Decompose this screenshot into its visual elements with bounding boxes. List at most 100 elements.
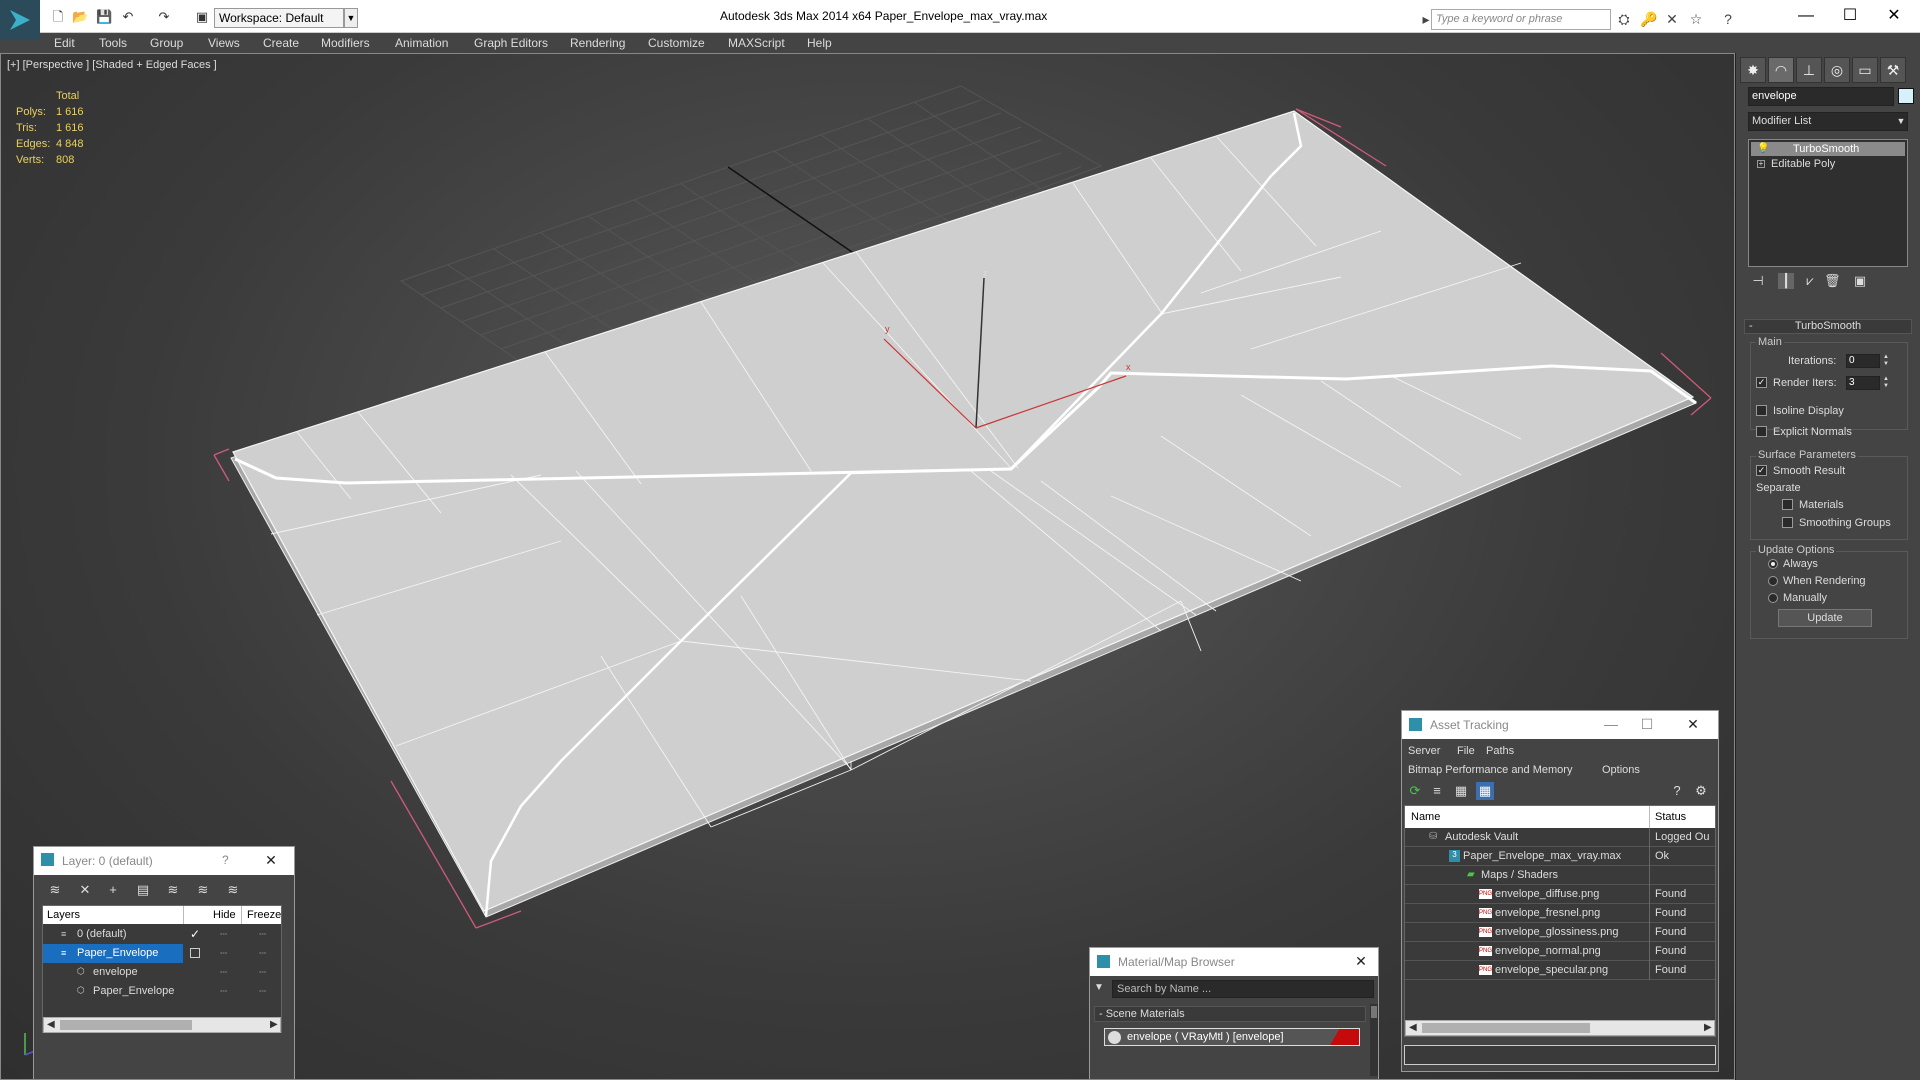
spinner-arrows-icon[interactable]: ▲ ▼ xyxy=(1882,354,1890,368)
column-layers[interactable]: Layers xyxy=(47,909,80,921)
pin-stack-icon[interactable]: ⊣ xyxy=(1750,273,1766,289)
menu-views[interactable]: Views xyxy=(208,33,240,53)
layer-row[interactable]: ≡ Paper_Envelope ┄ ┄ xyxy=(43,944,281,963)
search-input[interactable]: Type a keyword or phrase xyxy=(1431,9,1611,30)
menu-server[interactable]: Server xyxy=(1408,745,1440,757)
redo-icon[interactable]: ↷ xyxy=(156,10,172,24)
layer-row[interactable]: ≡ 0 (default) ✓ ┄ ┄ xyxy=(43,925,281,944)
vertical-scrollbar[interactable] xyxy=(1370,1004,1378,1076)
favorites-star-icon[interactable]: ☆ xyxy=(1688,11,1704,27)
lightbulb-icon[interactable]: 💡 xyxy=(1757,142,1769,156)
menu-customize[interactable]: Customize xyxy=(648,33,705,53)
hide-toggle[interactable]: ┄ xyxy=(220,946,227,960)
menu-tools[interactable]: Tools xyxy=(99,33,127,53)
binoculars-icon[interactable]: ⛭ xyxy=(1616,11,1632,27)
asset-row[interactable]: ⛁ Autodesk Vault Logged Ou xyxy=(1405,828,1715,847)
scroll-right-icon[interactable]: ▶ xyxy=(1704,1022,1712,1033)
current-layer-check-icon[interactable]: ✓ xyxy=(190,927,200,941)
smooth-result-checkbox[interactable]: ✓ xyxy=(1756,465,1767,476)
menu-file[interactable]: File xyxy=(1457,745,1475,757)
object-name-field[interactable]: envelope xyxy=(1748,87,1894,106)
list-view-icon[interactable]: ≡ xyxy=(1428,782,1446,800)
menu-graph-editors[interactable]: Graph Editors xyxy=(474,33,548,53)
close-icon[interactable]: ✕ xyxy=(1874,5,1914,27)
spinner-arrows-icon[interactable]: ▲ ▼ xyxy=(1882,376,1890,390)
scroll-thumb[interactable] xyxy=(1422,1023,1590,1033)
menu-create[interactable]: Create xyxy=(263,33,299,53)
asset-row[interactable]: ▰ Maps / Shaders xyxy=(1405,866,1715,885)
column-hide[interactable]: Hide xyxy=(213,909,236,921)
asset-row[interactable]: PNG envelope_diffuse.png Found xyxy=(1405,885,1715,904)
asset-row[interactable]: PNG envelope_fresnel.png Found xyxy=(1405,904,1715,923)
explicit-normals-checkbox[interactable] xyxy=(1756,426,1767,437)
asset-row[interactable]: PNG envelope_glossiness.png Found xyxy=(1405,923,1715,942)
help-icon[interactable]: ? xyxy=(222,853,229,867)
iterations-spinner[interactable]: 0 xyxy=(1846,354,1880,368)
smoothing-groups-checkbox[interactable] xyxy=(1782,517,1793,528)
settings-icon[interactable]: ⚙ xyxy=(1692,782,1710,800)
workspace-dropdown[interactable]: Workspace: Default xyxy=(214,8,344,28)
object-color-swatch[interactable] xyxy=(1898,88,1914,104)
material-search-input[interactable]: Search by Name ... xyxy=(1112,980,1374,998)
asset-row[interactable]: 3 Paper_Envelope_max_vray.max Ok xyxy=(1405,847,1715,866)
browser-options-icon[interactable]: ▼ xyxy=(1094,982,1104,993)
asset-path-field[interactable] xyxy=(1404,1045,1716,1065)
scroll-right-icon[interactable]: ▶ xyxy=(270,1019,278,1030)
scroll-thumb[interactable] xyxy=(60,1020,192,1030)
horizontal-scrollbar[interactable]: ◀ ▶ xyxy=(1405,1020,1715,1036)
modifier-list-dropdown[interactable]: Modifier List xyxy=(1748,112,1908,131)
menu-paths[interactable]: Paths xyxy=(1486,745,1514,757)
menu-bitmap-performance[interactable]: Bitmap Performance and Memory xyxy=(1408,764,1572,776)
layer-row[interactable]: ⬡ envelope ┄ ┄ xyxy=(43,963,281,982)
isoline-display-checkbox[interactable] xyxy=(1756,405,1767,416)
freeze-toggle[interactable]: ┄ xyxy=(259,965,266,979)
menu-modifiers[interactable]: Modifiers xyxy=(321,33,370,53)
select-objects-icon[interactable]: ▤ xyxy=(134,881,152,899)
hide-all-layers-icon[interactable]: ≋ xyxy=(194,881,212,899)
motion-tab-icon[interactable]: ◎ xyxy=(1824,57,1850,83)
when-rendering-radio[interactable] xyxy=(1768,576,1778,586)
manually-radio[interactable] xyxy=(1768,593,1778,603)
refresh-icon[interactable]: ⟳ xyxy=(1406,782,1424,800)
add-to-layer-icon[interactable]: + xyxy=(104,881,122,899)
close-icon[interactable]: ✕ xyxy=(1352,953,1370,970)
configure-sets-icon[interactable]: ▣ xyxy=(1852,273,1868,289)
make-unique-icon[interactable]: ⩗ xyxy=(1802,273,1818,289)
freeze-toggle[interactable]: ┄ xyxy=(259,984,266,998)
menu-group[interactable]: Group xyxy=(150,33,183,53)
menu-rendering[interactable]: Rendering xyxy=(570,33,625,53)
always-radio[interactable] xyxy=(1768,559,1778,569)
render-iters-spinner[interactable]: 3 xyxy=(1846,376,1880,390)
thumbnail-view-icon[interactable]: ▦ xyxy=(1452,782,1470,800)
scene-materials-group[interactable]: - Scene Materials xyxy=(1094,1006,1366,1022)
layer-row[interactable]: ⬡ Paper_Envelope ┄ ┄ xyxy=(43,982,281,1001)
menu-maxscript[interactable]: MAXScript xyxy=(728,33,785,53)
modify-tab-icon[interactable]: ◠ xyxy=(1768,57,1794,83)
turbosmooth-rollout-header[interactable]: - TurboSmooth xyxy=(1744,319,1912,334)
asset-tracking-titlebar[interactable]: Asset Tracking — ☐ ✕ xyxy=(1402,711,1718,739)
hide-toggle[interactable]: ┄ xyxy=(220,927,227,941)
column-name[interactable]: Name xyxy=(1411,811,1440,823)
materials-checkbox[interactable] xyxy=(1782,499,1793,510)
save-file-icon[interactable]: 💾 xyxy=(96,10,112,24)
stack-item-editable-poly[interactable]: + Editable Poly xyxy=(1751,157,1905,171)
maximize-icon[interactable]: ☐ xyxy=(1830,5,1870,27)
layer-window-titlebar[interactable]: Layer: 0 (default) ? ✕ xyxy=(34,847,294,875)
menu-animation[interactable]: Animation xyxy=(395,33,448,53)
hide-toggle[interactable]: ┄ xyxy=(220,984,227,998)
hierarchy-tab-icon[interactable]: ⊥ xyxy=(1796,57,1822,83)
scroll-left-icon[interactable]: ◀ xyxy=(1409,1022,1417,1033)
asset-row[interactable]: PNG envelope_normal.png Found xyxy=(1405,942,1715,961)
help-icon[interactable]: ? xyxy=(1720,11,1736,27)
table-view-icon[interactable]: ▦ xyxy=(1476,782,1494,800)
create-tab-icon[interactable]: ✸ xyxy=(1740,57,1766,83)
new-file-icon[interactable]: 🗋 xyxy=(50,10,66,24)
chevron-down-icon[interactable]: ▼ xyxy=(344,8,358,28)
menu-edit[interactable]: Edit xyxy=(54,33,75,53)
highlight-layer-icon[interactable]: ≋ xyxy=(164,881,182,899)
set-current-box[interactable] xyxy=(190,948,200,958)
scroll-left-icon[interactable]: ◀ xyxy=(47,1019,55,1030)
asset-row[interactable]: PNG envelope_specular.png Found xyxy=(1405,961,1715,980)
create-layer-icon[interactable]: ≋ xyxy=(46,881,64,899)
close-icon[interactable]: ✕ xyxy=(262,852,280,869)
